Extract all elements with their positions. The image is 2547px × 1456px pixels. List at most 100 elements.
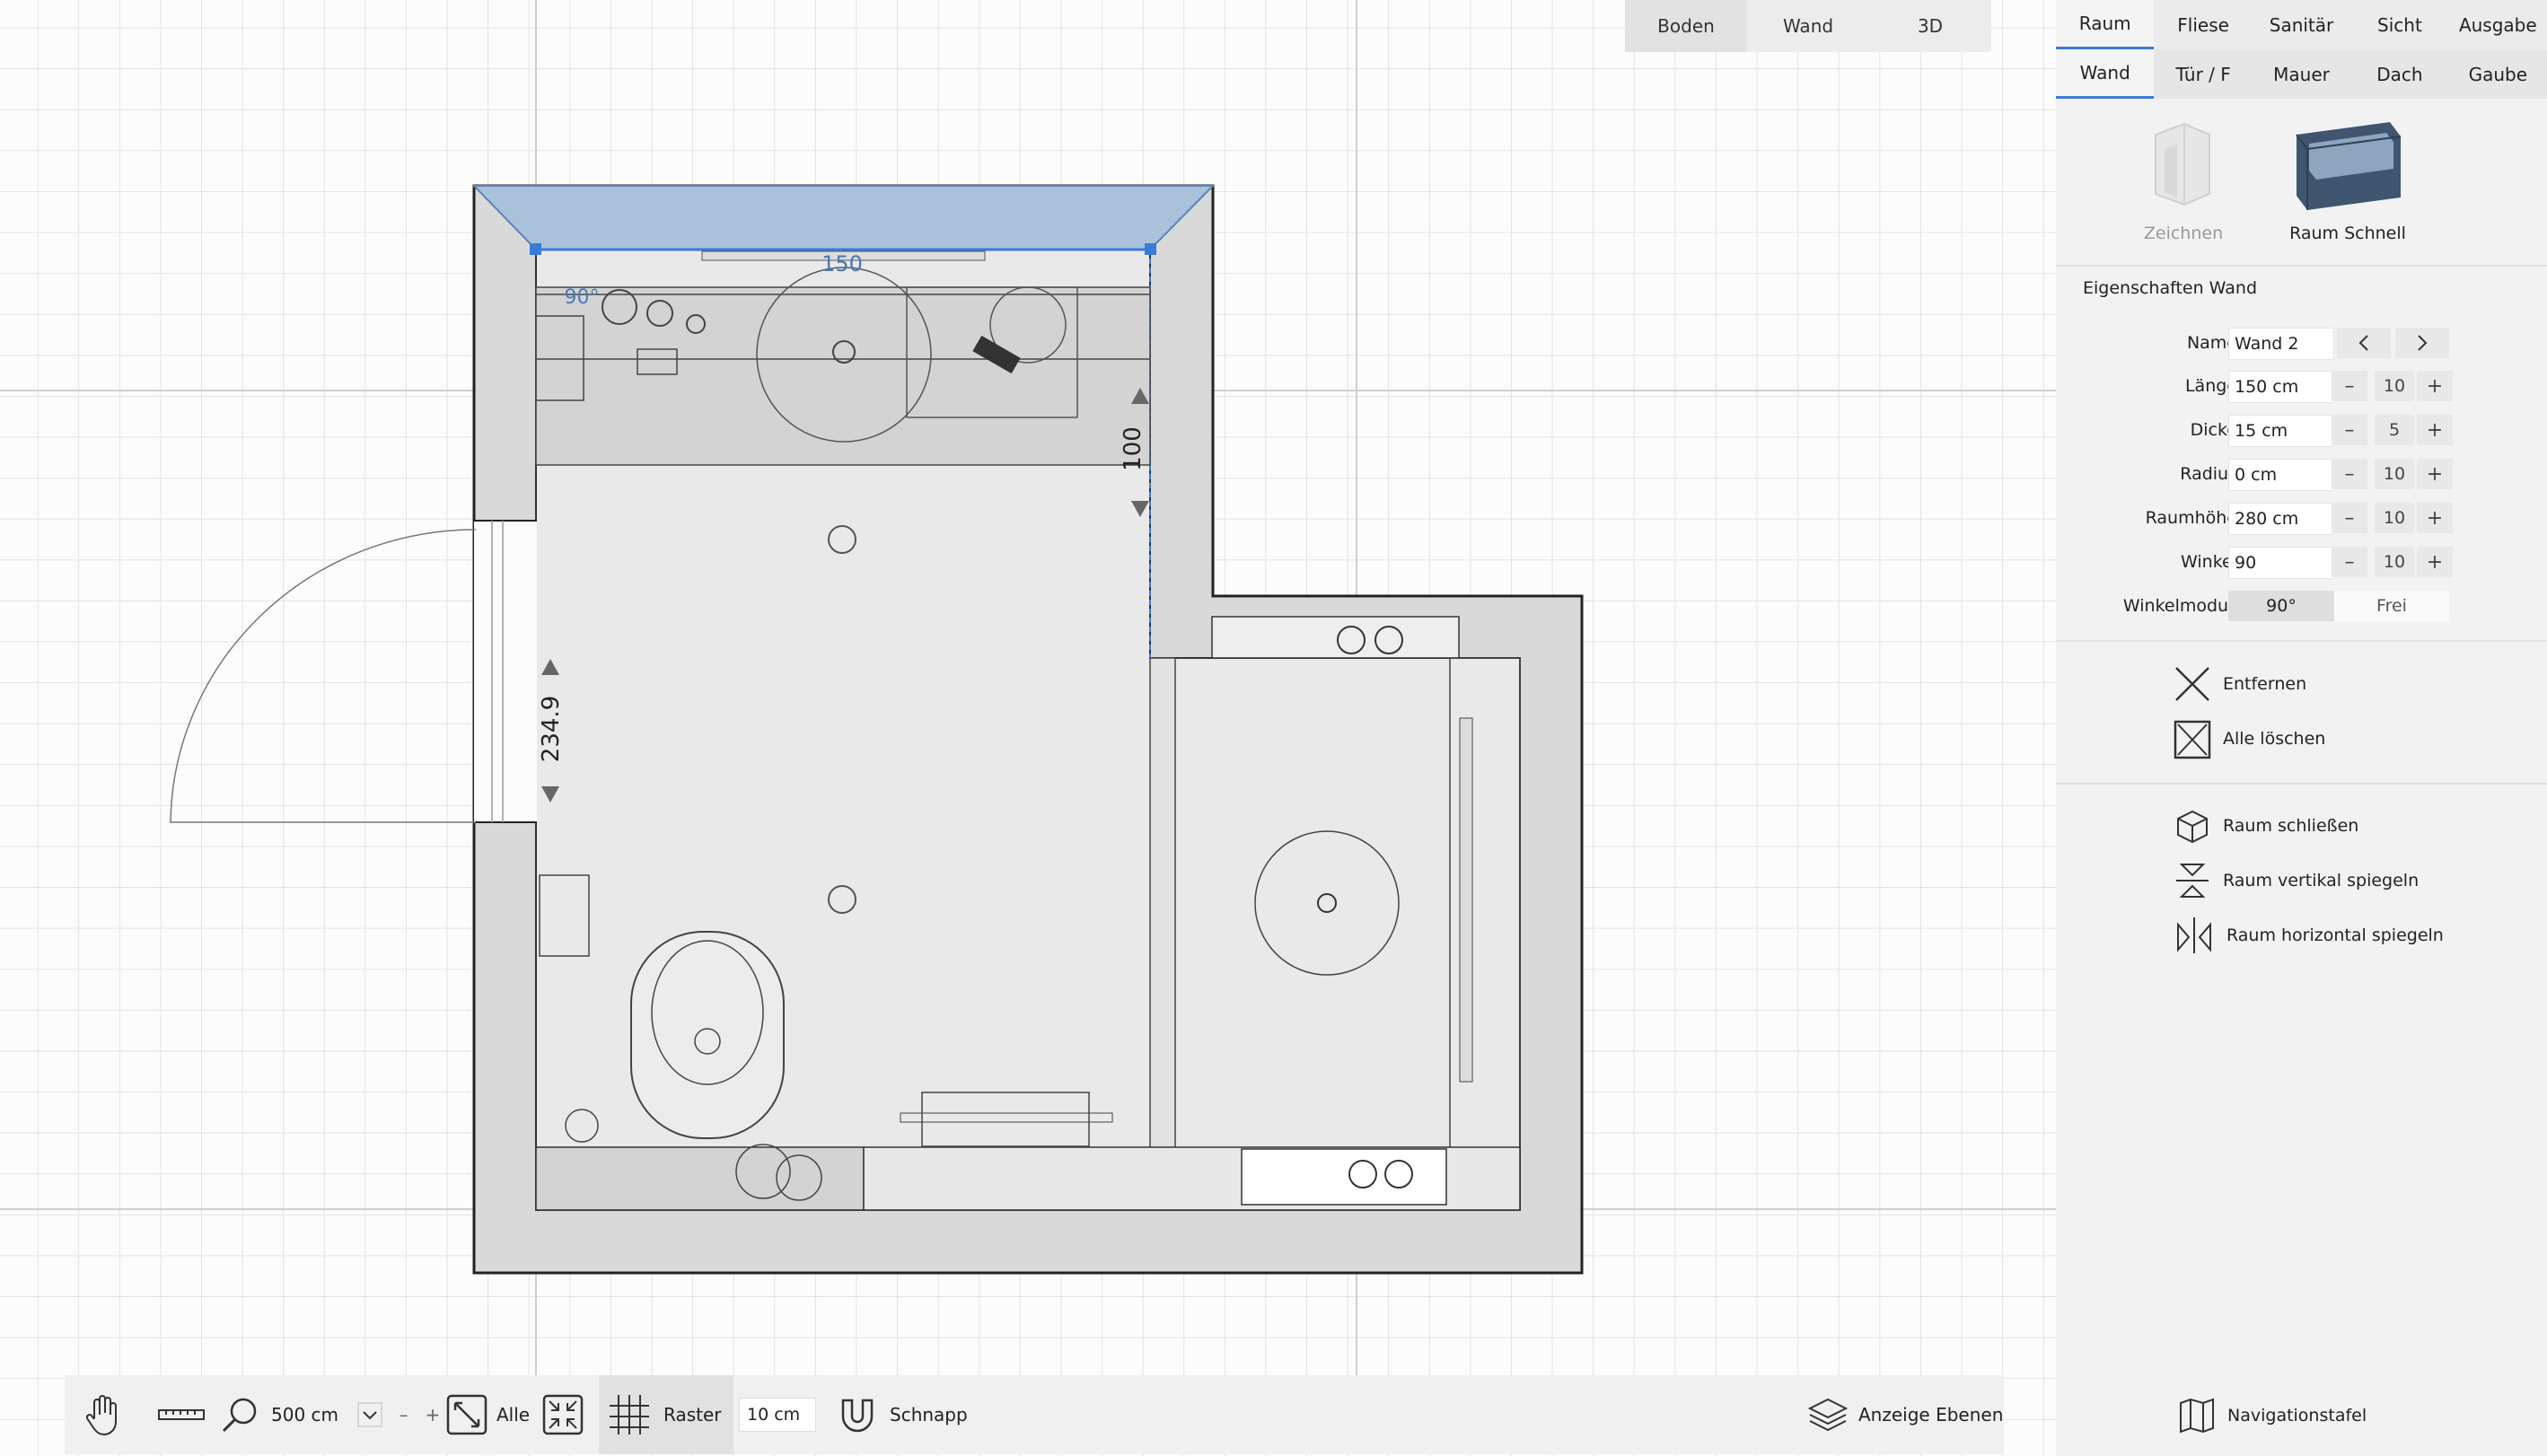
- tab-wand[interactable]: Wand: [1747, 0, 1869, 52]
- delete-all-button[interactable]: Alle löschen: [2173, 716, 2325, 761]
- angle-label: 90°: [565, 286, 600, 309]
- prop-length-row: Länge 150 cm – 10 +: [2056, 371, 2547, 403]
- properties-title: Eigenschaften Wand: [2083, 278, 2257, 298]
- zoom-out-button[interactable]: –: [388, 1375, 419, 1454]
- angle-decrement-button[interactable]: –: [2332, 547, 2367, 577]
- layers-icon: [1807, 1398, 1849, 1432]
- grid-size-input[interactable]: 10 cm: [739, 1398, 816, 1432]
- measure-tool[interactable]: [145, 1375, 217, 1454]
- room-height-step-value[interactable]: 10: [2375, 503, 2414, 533]
- quick-room-icon: [2296, 122, 2402, 210]
- height-left-label: 234.9: [538, 696, 565, 762]
- close-room-button[interactable]: Raum schließen: [2173, 803, 2358, 848]
- length-step-value[interactable]: 10: [2375, 371, 2414, 401]
- tab-sanitaer[interactable]: Sanitär: [2253, 0, 2350, 49]
- room-height-increment-button[interactable]: +: [2417, 503, 2453, 533]
- prop-radius-row: Radius 0 cm – 10 +: [2056, 459, 2547, 491]
- thickness-step-value[interactable]: 5: [2375, 415, 2414, 445]
- length-decrement-button[interactable]: –: [2332, 371, 2367, 401]
- prop-angle-mode-row: Winkelmodus 90° Frei: [2056, 591, 2547, 623]
- mirror-horizontal-icon: [2177, 917, 2211, 953]
- prev-wall-button[interactable]: [2337, 328, 2391, 358]
- tab-3d[interactable]: 3D: [1869, 0, 1991, 52]
- floorplan-canvas[interactable]: 150 90° 100 234.9 Boden Wand 3D 500 cm –…: [0, 0, 2056, 1456]
- prop-name-input[interactable]: Wand 2: [2228, 328, 2334, 360]
- pan-tool[interactable]: [65, 1375, 145, 1454]
- view-mode-tabs: Boden Wand 3D: [1625, 0, 1991, 52]
- snap-label: Schnapp: [890, 1404, 968, 1425]
- zoom-tool[interactable]: [217, 1375, 262, 1454]
- prop-thickness-row: Dicke 15 cm – 5 +: [2056, 415, 2547, 447]
- prop-room-height-input[interactable]: 280 cm: [2228, 503, 2334, 535]
- grid-icon: [610, 1395, 649, 1434]
- angle-mode-label: Winkelmodus: [2122, 596, 2237, 616]
- subtab-dach[interactable]: Dach: [2350, 49, 2449, 99]
- main-tabs: Raum Fliese Sanitär Sicht Ausgabe: [2056, 0, 2547, 49]
- room-height-decrement-button[interactable]: –: [2332, 503, 2367, 533]
- prop-thickness-input[interactable]: 15 cm: [2228, 415, 2334, 447]
- tab-fliese[interactable]: Fliese: [2154, 0, 2252, 49]
- fit-all-label: Alle: [496, 1404, 531, 1425]
- radius-decrement-button[interactable]: –: [2332, 459, 2367, 489]
- fit-all-icon: [446, 1394, 487, 1435]
- radius-increment-button[interactable]: +: [2417, 459, 2453, 489]
- magnifier-icon: [222, 1398, 257, 1433]
- angle-mode-90[interactable]: 90°: [2228, 591, 2334, 621]
- map-icon: [2180, 1398, 2214, 1434]
- radius-step-value[interactable]: 10: [2375, 459, 2414, 489]
- x-icon: [2175, 667, 2209, 701]
- height-right-label: 100: [1120, 426, 1146, 471]
- tab-sicht[interactable]: Sicht: [2350, 0, 2448, 49]
- prop-angle-input[interactable]: 90: [2228, 547, 2334, 579]
- subtab-tuer[interactable]: Tür / F: [2154, 49, 2253, 99]
- tab-raum[interactable]: Raum: [2056, 0, 2155, 49]
- thickness-decrement-button[interactable]: –: [2332, 415, 2367, 445]
- ruler-icon: [158, 1409, 205, 1420]
- zoom-in-button[interactable]: +: [419, 1375, 446, 1454]
- mirror-vertical-button[interactable]: Raum vertikal spiegeln: [2173, 858, 2419, 903]
- floorplan-drawing[interactable]: 150 90° 100 234.9: [0, 0, 2056, 1456]
- quick-room-label: Raum Schnell: [2289, 224, 2406, 243]
- hand-icon: [85, 1395, 117, 1436]
- grid-toggle[interactable]: Raster: [599, 1375, 733, 1454]
- prop-length-input[interactable]: 150 cm: [2228, 371, 2334, 403]
- prop-angle-row: Winkel 90 – 10 +: [2056, 547, 2547, 579]
- bottom-toolbar: 500 cm – + Alle Raster 10 cm Schnapp Anz…: [65, 1375, 2004, 1454]
- angle-mode-free[interactable]: Frei: [2334, 591, 2449, 621]
- mirror-horizontal-button[interactable]: Raum horizontal spiegeln: [2173, 913, 2444, 958]
- navigation-panel-button[interactable]: Navigationstafel: [2177, 1393, 2367, 1438]
- mirror-horizontal-label: Raum horizontal spiegeln: [2226, 925, 2444, 945]
- remove-label: Entfernen: [2223, 674, 2307, 694]
- subtab-wand[interactable]: Wand: [2056, 49, 2155, 99]
- zoom-value: 500 cm: [271, 1404, 339, 1425]
- thickness-increment-button[interactable]: +: [2417, 415, 2453, 445]
- subtab-gaube[interactable]: Gaube: [2448, 49, 2547, 99]
- tab-boden[interactable]: Boden: [1625, 0, 1747, 52]
- zoom-dropdown[interactable]: [352, 1375, 388, 1454]
- selected-wall: [471, 185, 1216, 250]
- draw-room-label: Zeichnen: [2143, 224, 2224, 243]
- next-wall-button[interactable]: [2395, 328, 2449, 358]
- prop-radius-input[interactable]: 0 cm: [2228, 459, 2334, 491]
- fit-selection-button[interactable]: [536, 1375, 590, 1454]
- angle-step-value[interactable]: 10: [2375, 547, 2414, 577]
- layers-label: Anzeige Ebenen: [1858, 1404, 2004, 1425]
- tab-ausgabe[interactable]: Ausgabe: [2449, 0, 2547, 49]
- subtab-mauer[interactable]: Mauer: [2252, 49, 2351, 99]
- chevron-right-icon: [2418, 335, 2428, 351]
- snap-toggle[interactable]: Schnapp: [829, 1375, 981, 1454]
- length-increment-button[interactable]: +: [2417, 371, 2453, 401]
- prop-room-height-label: Raumhöhe: [2145, 508, 2237, 528]
- collapse-icon: [542, 1394, 584, 1435]
- draw-room-tool[interactable]: Zeichnen: [2116, 117, 2251, 243]
- wall-length-label: 150: [821, 251, 863, 276]
- angle-increment-button[interactable]: +: [2417, 547, 2453, 577]
- close-room-label: Raum schließen: [2223, 816, 2359, 836]
- fit-all-button[interactable]: Alle: [446, 1375, 536, 1454]
- delete-all-icon: [2174, 720, 2211, 759]
- quick-room-tool[interactable]: Raum Schnell: [2280, 117, 2415, 243]
- navigation-panel-label: Navigationstafel: [2227, 1406, 2367, 1425]
- layers-button[interactable]: Anzeige Ebenen: [1806, 1375, 2004, 1454]
- remove-wall-button[interactable]: Entfernen: [2173, 662, 2306, 706]
- delete-all-label: Alle löschen: [2223, 729, 2326, 749]
